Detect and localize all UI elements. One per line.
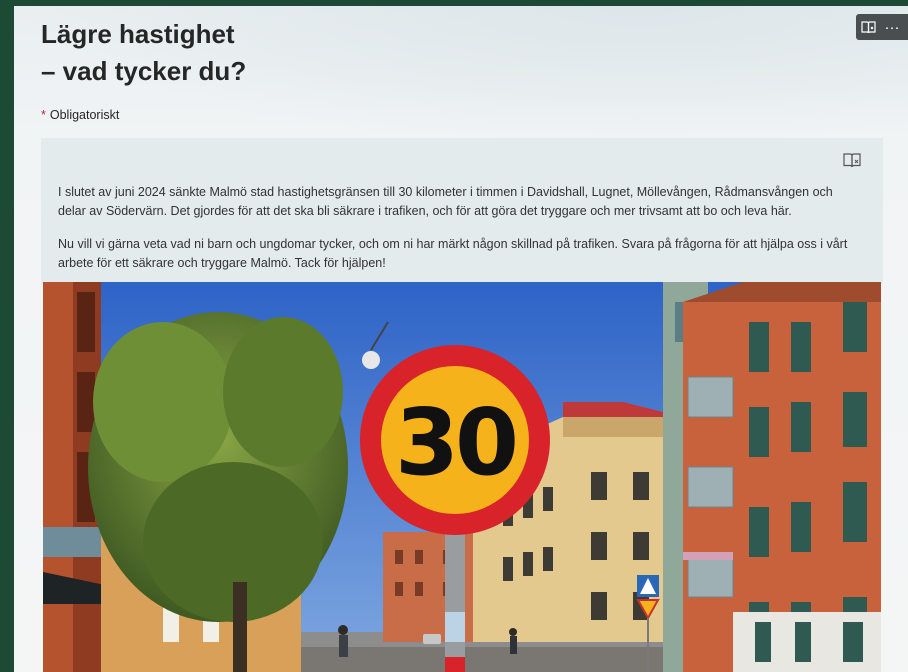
required-label: Obligatoriskt xyxy=(49,108,120,122)
form-title-line2: – vad tycker du? xyxy=(41,56,247,86)
immersive-reader-icon[interactable] xyxy=(843,152,861,168)
more-options-button[interactable]: ··· xyxy=(880,14,904,40)
intro-section: I slutet av juni 2024 sänkte Malmö stad … xyxy=(41,138,883,284)
intro-paragraph-1: I slutet av juni 2024 sänkte Malmö stad … xyxy=(58,185,833,218)
speed-sign-value: 30 xyxy=(395,389,515,496)
top-toolbar: ··· xyxy=(856,14,908,40)
intro-paragraph-2: Nu vill vi gärna veta vad ni barn och un… xyxy=(58,237,848,270)
header-photo: 30 xyxy=(43,282,881,672)
required-asterisk: * xyxy=(41,108,46,122)
form-card: Lägre hastighet – vad tycker du? * Obliga… xyxy=(14,6,908,672)
form-title-line1: Lägre hastighet xyxy=(41,19,235,49)
required-note: * Obligatoriskt xyxy=(41,108,119,122)
immersive-reader-button[interactable] xyxy=(856,14,880,40)
form-title: Lägre hastighet – vad tycker du? xyxy=(41,16,246,90)
more-options-icon: ··· xyxy=(884,18,900,36)
immersive-reader-icon xyxy=(860,20,876,33)
